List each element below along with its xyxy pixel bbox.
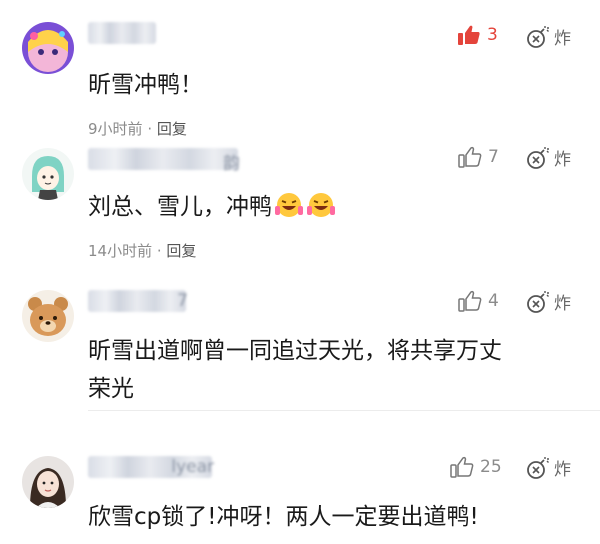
like-count: 7	[488, 147, 499, 167]
bomb-icon	[527, 290, 549, 313]
comment-item: 3 炸 昕雪冲鸭！ 9小时前 · 回复	[0, 0, 600, 140]
thumbs-up-icon	[458, 146, 482, 168]
bomb-label: 炸	[554, 150, 571, 170]
avatar[interactable]	[22, 148, 74, 200]
username[interactable]: 7	[88, 290, 188, 312]
bomb-icon	[527, 146, 549, 169]
avatar[interactable]	[22, 456, 74, 508]
thumbs-up-icon	[458, 290, 482, 312]
comment-item: 7 4 炸 昕雪出道啊曾一同追过天光，将共享万丈 荣光	[0, 270, 600, 430]
like-count: 3	[487, 25, 498, 45]
comment-text-body: 刘总、雪儿，冲鸭	[88, 194, 272, 220]
bomb-button[interactable]: 炸	[526, 145, 571, 170]
like-button[interactable]: 25	[450, 456, 502, 478]
reply-button[interactable]: 回复	[166, 242, 196, 260]
comment-text-line: 荣光	[88, 376, 134, 402]
comment-text: 刘总、雪儿，冲鸭	[88, 188, 578, 226]
username[interactable]	[88, 22, 156, 44]
like-count: 4	[488, 291, 499, 311]
bomb-icon	[527, 25, 549, 48]
divider	[88, 410, 600, 411]
bomb-button[interactable]: 炸	[526, 24, 571, 49]
like-button[interactable]: 4	[458, 290, 499, 312]
comment-text: 欣雪cp锁了!冲呀！两人一定要出道鸭!	[88, 504, 479, 530]
comment-meta: 14小时前 · 回复	[88, 242, 197, 260]
comment-item: 韵 7 炸 刘总、雪儿，冲鸭 14小时前 · 回复	[0, 140, 600, 270]
avatar[interactable]	[22, 290, 74, 342]
like-button[interactable]: 3	[457, 24, 498, 46]
grinning-emoji-icon	[275, 193, 303, 217]
username[interactable]: 韵	[88, 148, 240, 174]
bomb-icon	[527, 456, 549, 479]
comment-meta: 9小时前 · 回复	[88, 120, 187, 138]
comment-text-line: 昕雪出道啊曾一同追过天光，将共享万丈	[88, 338, 502, 364]
bomb-button[interactable]: 炸	[526, 455, 571, 480]
bomb-label: 炸	[554, 460, 571, 480]
comment-text: 昕雪冲鸭！	[88, 72, 203, 98]
like-count: 25	[480, 457, 502, 477]
bomb-label: 炸	[554, 294, 571, 314]
bomb-label: 炸	[554, 29, 571, 49]
comment-time: 9小时前	[88, 120, 143, 138]
like-button[interactable]: 7	[458, 146, 499, 168]
reply-button[interactable]: 回复	[157, 120, 187, 138]
grinning-emoji-icon	[307, 193, 335, 217]
comment-text: 昕雪出道啊曾一同追过天光，将共享万丈 荣光	[88, 332, 578, 408]
thumbs-up-icon	[450, 456, 474, 478]
comment-time: 14小时前	[88, 242, 153, 260]
avatar[interactable]	[22, 22, 74, 74]
thumbs-up-icon	[458, 25, 480, 45]
comment-item: lyear 25 炸 欣雪cp锁了!冲呀！两人一定要出道鸭!	[0, 430, 600, 544]
username[interactable]: lyear	[88, 456, 214, 478]
bomb-button[interactable]: 炸	[526, 289, 571, 314]
